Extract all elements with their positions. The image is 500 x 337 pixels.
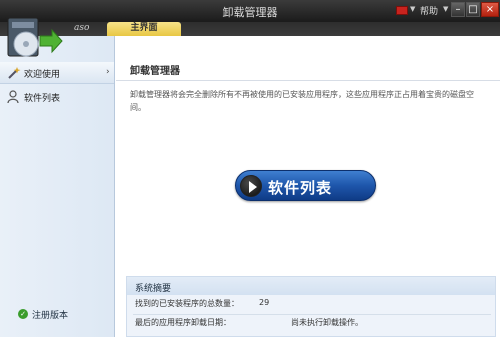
register-label: 注册版本 (32, 311, 69, 321)
system-summary-panel: 系统摘要 找到的已安装程序的总数量： 29 最后的应用程序卸载日期： 尚未执行卸… (126, 276, 496, 337)
summary-row: 最后的应用程序卸载日期： 尚未执行卸载操作。 (135, 317, 485, 331)
minimize-button[interactable]: – (451, 2, 465, 17)
register-link[interactable]: ✓ 注册版本 (0, 306, 114, 322)
sidebar: 欢迎使用 › 软件列表 ✓ 注册版本 (0, 36, 115, 337)
summary-key: 最后的应用程序卸载日期： (135, 318, 231, 327)
app-logo-icon (4, 14, 64, 62)
language-dropdown-icon[interactable]: ▼ (410, 5, 415, 13)
divider (116, 80, 500, 81)
description-text: 卸载管理器将会完全删除所有不再被使用的已安装应用程序，这些应用程序正占用着宝贵的… (130, 90, 474, 112)
maximize-button[interactable]: □ (466, 2, 480, 17)
tab-main[interactable]: 主界面 (107, 22, 181, 36)
user-list-icon (7, 90, 21, 104)
language-flag-icon[interactable] (396, 6, 408, 15)
close-button[interactable]: × (481, 2, 499, 17)
help-dropdown-icon[interactable]: ▼ (443, 5, 448, 13)
check-icon: ✓ (18, 309, 28, 319)
summary-row: 找到的已安装程序的总数量： 29 (135, 298, 485, 312)
software-list-button[interactable]: 软件列表 (235, 170, 376, 201)
summary-title: 系统摘要 (135, 284, 172, 294)
summary-key: 找到的已安装程序的总数量： (135, 299, 239, 308)
sidebar-item-software-list[interactable]: 软件列表 (0, 86, 114, 108)
sidebar-item-welcome[interactable]: 欢迎使用 › (0, 62, 114, 84)
divider (133, 314, 491, 315)
summary-value: 尚未执行卸载操作。 (291, 318, 363, 327)
sidebar-item-label: 软件列表 (24, 94, 61, 104)
help-menu[interactable]: 帮助 (420, 4, 438, 17)
summary-header: 系统摘要 (127, 277, 495, 295)
play-icon (240, 175, 262, 197)
button-label: 软件列表 (268, 179, 333, 197)
title-bar: 卸载管理器 ▼ 帮助 ▼ – □ × (0, 0, 500, 22)
brand-label: aso (74, 23, 90, 33)
page-title: 卸载管理器 (130, 66, 180, 77)
tab-bar: aso 主界面 (0, 22, 500, 36)
summary-value: 29 (259, 298, 270, 307)
chevron-right-icon: › (106, 67, 110, 77)
sidebar-item-label: 欢迎使用 (24, 70, 61, 80)
magic-wand-icon (7, 66, 21, 80)
main-panel: 卸载管理器 卸载管理器将会完全删除所有不再被使用的已安装应用程序，这些应用程序正… (116, 36, 500, 337)
